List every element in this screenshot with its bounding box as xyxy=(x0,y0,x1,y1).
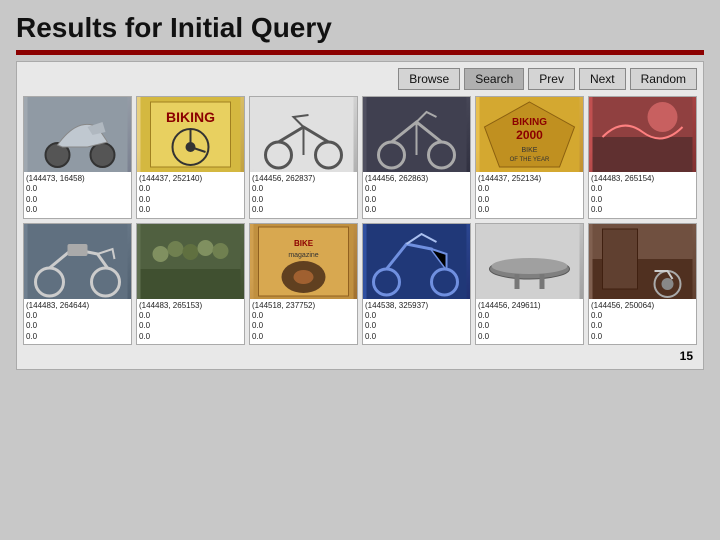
list-item[interactable]: (144538, 325937) 0.0 0.0 0.0 xyxy=(362,223,471,346)
image-thumb xyxy=(476,224,583,299)
image-grid-row2: (144483, 264644) 0.0 0.0 0.0 xyxy=(23,223,697,346)
image-label: (144473, 16458) 0.0 0.0 0.0 xyxy=(24,172,131,218)
list-item[interactable]: (144483, 265154) 0.0 0.0 0.0 xyxy=(588,96,697,219)
svg-text:BIKE: BIKE xyxy=(294,239,314,248)
image-label: (144518, 237752) 0.0 0.0 0.0 xyxy=(250,299,357,345)
main-panel: Browse Search Prev Next Random xyxy=(16,61,704,370)
random-button[interactable]: Random xyxy=(630,68,697,90)
list-item[interactable]: (144483, 264644) 0.0 0.0 0.0 xyxy=(23,223,132,346)
svg-text:BIKE: BIKE xyxy=(522,147,538,154)
page-title: Results for Initial Query xyxy=(16,12,704,44)
page: Results for Initial Query Browse Search … xyxy=(0,0,720,540)
image-label: (144483, 264644) 0.0 0.0 0.0 xyxy=(24,299,131,345)
browse-button[interactable]: Browse xyxy=(398,68,460,90)
image-thumb xyxy=(363,97,470,172)
page-number: 15 xyxy=(23,349,697,363)
prev-button[interactable]: Prev xyxy=(528,68,575,90)
list-item[interactable]: (144456, 249611) 0.0 0.0 0.0 xyxy=(475,223,584,346)
list-item[interactable]: (144456, 250064) 0.0 0.0 0.0 xyxy=(588,223,697,346)
image-thumb xyxy=(137,224,244,299)
image-label: (144456, 262837) 0.0 0.0 0.0 xyxy=(250,172,357,218)
image-thumb: BIKING xyxy=(137,97,244,172)
image-thumb xyxy=(250,97,357,172)
search-button[interactable]: Search xyxy=(464,68,524,90)
image-label: (144456, 249611) 0.0 0.0 0.0 xyxy=(476,299,583,345)
next-button[interactable]: Next xyxy=(579,68,626,90)
list-item[interactable]: BIKING 2000 BIKE OF THE YEAR (144437, 25… xyxy=(475,96,584,219)
list-item[interactable]: (144456, 262837) 0.0 0.0 0.0 xyxy=(249,96,358,219)
image-label: (144456, 262863) 0.0 0.0 0.0 xyxy=(363,172,470,218)
red-divider xyxy=(16,50,704,55)
svg-text:2000: 2000 xyxy=(516,128,543,142)
list-item[interactable]: BIKE magazine (144518, 237752) 0.0 0.0 0… xyxy=(249,223,358,346)
svg-text:magazine: magazine xyxy=(288,252,318,259)
image-label: (144538, 325937) 0.0 0.0 0.0 xyxy=(363,299,470,345)
image-label: (144456, 250064) 0.0 0.0 0.0 xyxy=(589,299,696,345)
image-label: (144437, 252140) 0.0 0.0 0.0 xyxy=(137,172,244,218)
image-thumb xyxy=(589,97,696,172)
svg-text:OF THE YEAR: OF THE YEAR xyxy=(510,157,550,163)
list-item[interactable]: (144483, 265153) 0.0 0.0 0.0 xyxy=(136,223,245,346)
svg-text:BIKING: BIKING xyxy=(166,109,215,125)
image-thumb xyxy=(24,97,131,172)
list-item[interactable]: (144473, 16458) 0.0 0.0 0.0 xyxy=(23,96,132,219)
image-thumb xyxy=(363,224,470,299)
list-item[interactable]: BIKING (144437, 252140) 0.0 0.0 0.0 xyxy=(136,96,245,219)
image-label: (144483, 265154) 0.0 0.0 0.0 xyxy=(589,172,696,218)
image-label: (144483, 265153) 0.0 0.0 0.0 xyxy=(137,299,244,345)
image-thumb xyxy=(589,224,696,299)
image-thumb: BIKE magazine xyxy=(250,224,357,299)
image-thumb xyxy=(24,224,131,299)
image-label: (144437, 252134) 0.0 0.0 0.0 xyxy=(476,172,583,218)
toolbar: Browse Search Prev Next Random xyxy=(23,68,697,90)
list-item[interactable]: (144456, 262863) 0.0 0.0 0.0 xyxy=(362,96,471,219)
image-grid-row1: (144473, 16458) 0.0 0.0 0.0 BIKING xyxy=(23,96,697,219)
svg-text:BIKING: BIKING xyxy=(512,117,547,128)
image-thumb: BIKING 2000 BIKE OF THE YEAR xyxy=(476,97,583,172)
